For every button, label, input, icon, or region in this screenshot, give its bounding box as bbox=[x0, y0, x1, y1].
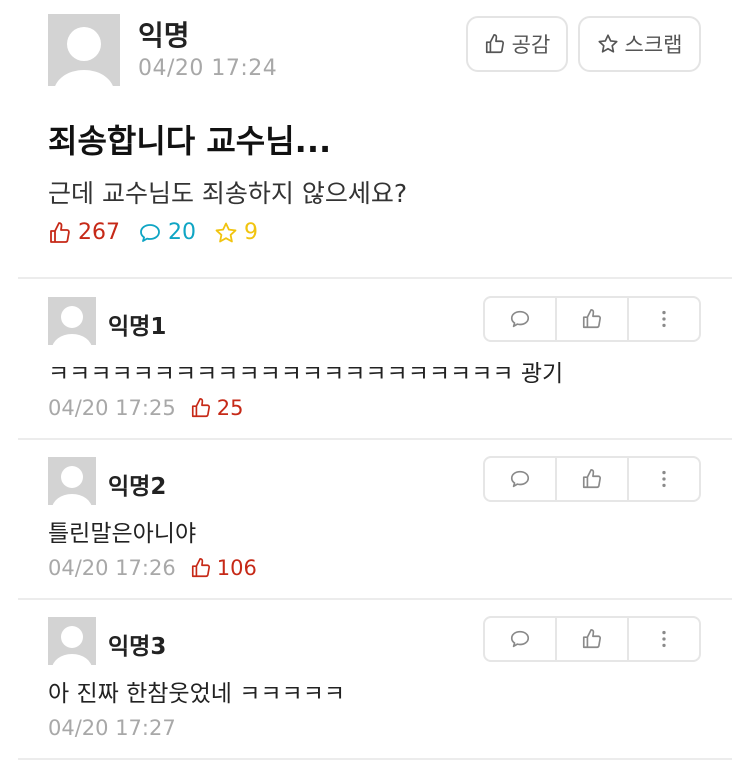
post-title: 죄송합니다 교수님... bbox=[48, 122, 332, 160]
avatar-icon bbox=[48, 457, 96, 505]
more-icon bbox=[662, 310, 666, 328]
thumbs-up-icon bbox=[191, 558, 210, 578]
post-date: 04/20 17:24 bbox=[138, 56, 278, 81]
scrap-count: 9 bbox=[214, 220, 258, 245]
divider bbox=[18, 598, 732, 600]
avatar-icon bbox=[48, 617, 96, 665]
post-author-name: 익명 bbox=[138, 19, 190, 52]
comment-author-avatar bbox=[48, 297, 96, 345]
scrap-button[interactable]: 스크랩 bbox=[578, 16, 701, 72]
comment-actions bbox=[483, 616, 701, 662]
like-count-value: 267 bbox=[78, 220, 120, 245]
comment-icon bbox=[510, 630, 530, 648]
more-button[interactable] bbox=[627, 618, 699, 660]
comment-date: 04/20 17:25 bbox=[48, 396, 176, 420]
like-count: 267 bbox=[48, 220, 120, 245]
divider bbox=[18, 277, 732, 279]
star-icon bbox=[215, 222, 237, 242]
scrap-button-label: 스크랩 bbox=[624, 33, 683, 57]
comment-meta: 04/20 17:26 106 bbox=[48, 556, 257, 580]
comment-author: 익명1 bbox=[108, 314, 167, 340]
comment-author-avatar bbox=[48, 617, 96, 665]
comment-icon bbox=[510, 470, 530, 488]
comment-like-count: 25 bbox=[190, 396, 244, 420]
comment-like-button[interactable] bbox=[555, 458, 627, 500]
comment-like-value: 106 bbox=[216, 556, 257, 580]
comment-author: 익명2 bbox=[108, 474, 167, 500]
scrap-count-value: 9 bbox=[244, 220, 258, 245]
thumbs-up-icon bbox=[485, 34, 504, 54]
comment-count: 20 bbox=[138, 220, 196, 245]
comment-date: 04/20 17:27 bbox=[48, 716, 176, 740]
reply-button[interactable] bbox=[485, 618, 555, 660]
divider bbox=[18, 438, 732, 440]
more-icon bbox=[662, 630, 666, 648]
thumbs-up-icon bbox=[582, 629, 602, 649]
reply-button[interactable] bbox=[485, 298, 555, 340]
comment-author: 익명3 bbox=[108, 634, 167, 660]
comment-like-button[interactable] bbox=[555, 298, 627, 340]
comment-count-value: 20 bbox=[168, 220, 196, 245]
avatar-icon bbox=[48, 14, 120, 86]
comment-date: 04/20 17:26 bbox=[48, 556, 176, 580]
comment-text: ㅋㅋㅋㅋㅋㅋㅋㅋㅋㅋㅋㅋㅋㅋㅋㅋㅋㅋㅋㅋㅋㅋ 광기 bbox=[48, 361, 564, 387]
comment-like-count: 106 bbox=[190, 556, 257, 580]
thumbs-up-icon bbox=[582, 309, 602, 329]
post-body: 근데 교수님도 죄송하지 않으세요? bbox=[48, 179, 408, 208]
thumbs-up-icon bbox=[191, 398, 210, 418]
post-author-avatar bbox=[48, 14, 120, 86]
comment-icon bbox=[140, 223, 160, 242]
like-button-label: 공감 bbox=[511, 33, 551, 57]
thumbs-up-icon bbox=[582, 469, 602, 489]
comment-actions bbox=[483, 296, 701, 342]
comment-actions bbox=[483, 456, 701, 502]
thumbs-up-icon bbox=[50, 221, 70, 243]
comment-text: 틀린말은아니야 bbox=[48, 521, 197, 547]
comment-text: 아 진짜 한참웃었네 ㅋㅋㅋㅋㅋ bbox=[48, 681, 346, 707]
more-button[interactable] bbox=[627, 298, 699, 340]
comment-like-value: 25 bbox=[216, 396, 244, 420]
more-button[interactable] bbox=[627, 458, 699, 500]
comment-icon bbox=[510, 310, 530, 328]
post-stats: 267 20 9 bbox=[48, 220, 258, 245]
avatar-icon bbox=[48, 297, 96, 345]
comment-author-avatar bbox=[48, 457, 96, 505]
like-button[interactable]: 공감 bbox=[466, 16, 568, 72]
comment-meta: 04/20 17:25 25 bbox=[48, 396, 243, 420]
more-icon bbox=[662, 470, 666, 488]
star-icon bbox=[597, 34, 618, 53]
comment-meta: 04/20 17:27 bbox=[48, 716, 176, 740]
comment-like-button[interactable] bbox=[555, 618, 627, 660]
reply-button[interactable] bbox=[485, 458, 555, 500]
divider bbox=[18, 758, 732, 760]
